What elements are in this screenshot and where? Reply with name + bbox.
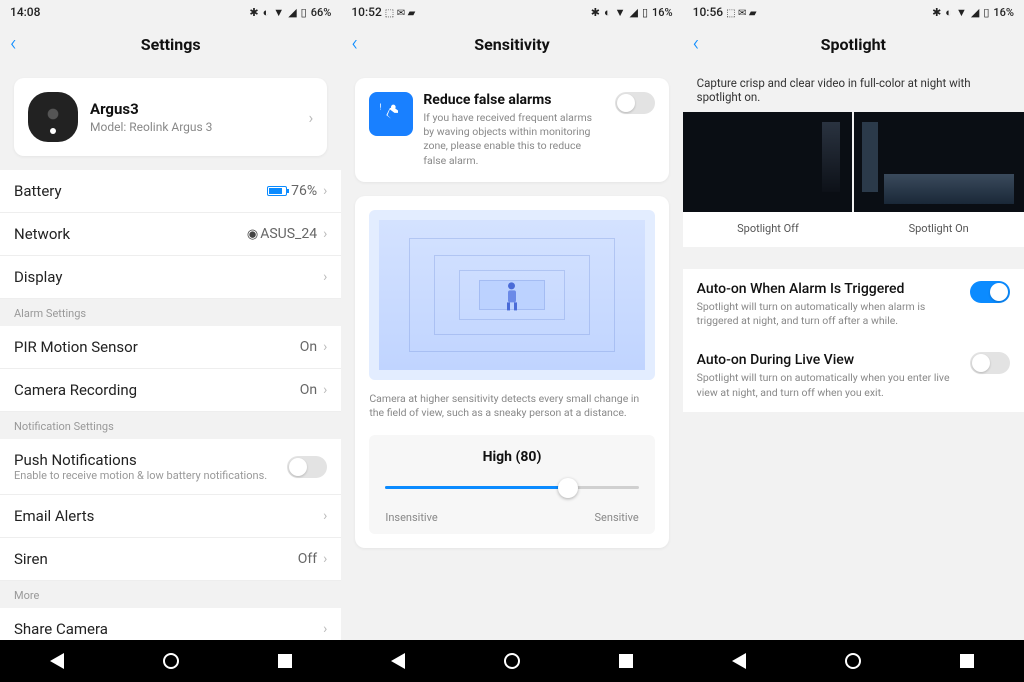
nav-home[interactable] <box>163 653 179 669</box>
label-on: Spotlight On <box>853 212 1024 247</box>
battery-icon <box>267 186 287 196</box>
row-network[interactable]: Network ◉ ASUS_24 › <box>0 213 341 256</box>
section-alarm: Alarm Settings <box>0 299 341 326</box>
page-title: Spotlight <box>821 35 886 54</box>
row-auto-alarm[interactable]: Auto-on When Alarm Is Triggered Spotligh… <box>683 269 1024 340</box>
slider-thumb[interactable] <box>558 478 578 498</box>
status-time: 10:52 <box>351 5 381 19</box>
slider-max-label: Sensitive <box>595 511 639 524</box>
nav-recent[interactable] <box>278 654 292 668</box>
android-navbar <box>341 640 682 682</box>
chevron-right-icon: › <box>323 226 327 242</box>
label-off: Spotlight Off <box>683 212 854 247</box>
screen-sensitivity: 10:52 ⬚ ✉ ▰ ✱◐▼◢▯ 16% ‹ Sensitivity ! Re… <box>341 0 682 682</box>
row-display[interactable]: Display › <box>0 256 341 299</box>
status-icons: ✱◐▼◢▯ 16% <box>591 6 673 19</box>
row-email[interactable]: Email Alerts › <box>0 495 341 538</box>
row-recording[interactable]: Camera Recording On › <box>0 369 341 412</box>
chevron-right-icon: › <box>323 508 327 524</box>
intro-text: Capture crisp and clear video in full-co… <box>683 64 1024 112</box>
sensitivity-card: Camera at higher sensitivity detects eve… <box>355 196 668 548</box>
chevron-right-icon: › <box>323 269 327 285</box>
auto-alarm-desc: Spotlight will turn on automatically whe… <box>697 300 960 328</box>
push-toggle[interactable] <box>287 456 327 478</box>
nav-home[interactable] <box>845 653 861 669</box>
auto-live-toggle[interactable] <box>970 352 1010 374</box>
section-more: More <box>0 581 341 608</box>
auto-alarm-title: Auto-on When Alarm Is Triggered <box>697 281 960 297</box>
svg-text:!: ! <box>380 101 382 111</box>
person-icon <box>505 282 519 310</box>
auto-live-desc: Spotlight will turn on automatically whe… <box>697 371 960 399</box>
device-model: Model: Reolink Argus 3 <box>90 120 297 134</box>
screen-spotlight: 10:56 ⬚ ✉ ▰ ✱◐▼◢▯ 16% ‹ Spotlight Captur… <box>683 0 1024 682</box>
reduce-desc: If you have received frequent alarms by … <box>423 111 593 168</box>
row-pir[interactable]: PIR Motion Sensor On › <box>0 326 341 369</box>
sensitivity-value: High (80) <box>385 449 638 465</box>
slider-min-label: Insensitive <box>385 511 437 524</box>
wifi-icon: ◉ <box>247 227 258 242</box>
illust-caption: Camera at higher sensitivity detects eve… <box>369 392 654 421</box>
android-navbar <box>683 640 1024 682</box>
camera-icon <box>28 92 78 142</box>
chevron-right-icon: › <box>323 621 327 637</box>
auto-alarm-toggle[interactable] <box>970 281 1010 303</box>
reduce-toggle[interactable] <box>615 92 655 114</box>
nav-recent[interactable] <box>619 654 633 668</box>
status-time: 10:56 <box>693 5 723 19</box>
compare-images <box>683 112 1024 212</box>
header: ‹ Sensitivity <box>341 24 682 64</box>
spotlight-on-image <box>854 112 1024 212</box>
screen-settings: 14:08 ✱◐▼◢▯ 66% ‹ Settings Argus3 Model:… <box>0 0 341 682</box>
nav-back[interactable] <box>50 653 64 669</box>
section-notifications: Notification Settings <box>0 412 341 439</box>
nav-back[interactable] <box>732 653 746 669</box>
status-bar: 14:08 ✱◐▼◢▯ 66% <box>0 0 341 24</box>
nav-back[interactable] <box>391 653 405 669</box>
status-icons: ✱◐▼◢▯ 16% <box>932 6 1014 19</box>
row-auto-live[interactable]: Auto-on During Live View Spotlight will … <box>683 340 1024 411</box>
reduce-false-alarms-card: ! Reduce false alarms If you have receiv… <box>355 78 668 182</box>
nav-recent[interactable] <box>960 654 974 668</box>
status-time: 14:08 <box>10 5 40 19</box>
chevron-right-icon: › <box>323 551 327 567</box>
row-siren[interactable]: Siren Off › <box>0 538 341 581</box>
chevron-right-icon: › <box>323 382 327 398</box>
auto-live-title: Auto-on During Live View <box>697 352 960 368</box>
status-icons: ✱◐▼◢▯ 66% <box>249 6 331 19</box>
nav-home[interactable] <box>504 653 520 669</box>
header: ‹ Spotlight <box>683 24 1024 64</box>
chevron-right-icon: › <box>309 108 314 127</box>
row-battery[interactable]: Battery 76% › <box>0 170 341 213</box>
page-title: Sensitivity <box>474 35 549 54</box>
reduce-title: Reduce false alarms <box>423 92 604 108</box>
back-button[interactable]: ‹ <box>10 32 17 57</box>
sensitivity-slider[interactable] <box>385 477 638 497</box>
status-bar: 10:52 ⬚ ✉ ▰ ✱◐▼◢▯ 16% <box>341 0 682 24</box>
running-person-icon: ! <box>369 92 413 136</box>
illustration <box>369 210 654 380</box>
back-button[interactable]: ‹ <box>693 32 700 57</box>
page-title: Settings <box>141 35 201 54</box>
row-push[interactable]: Push Notifications Enable to receive mot… <box>0 439 341 495</box>
spotlight-off-image <box>683 112 853 212</box>
device-name: Argus3 <box>90 100 297 118</box>
status-bar: 10:56 ⬚ ✉ ▰ ✱◐▼◢▯ 16% <box>683 0 1024 24</box>
chevron-right-icon: › <box>323 339 327 355</box>
android-navbar <box>0 640 341 682</box>
header: ‹ Settings <box>0 24 341 64</box>
compare-labels: Spotlight Off Spotlight On <box>683 212 1024 247</box>
device-card[interactable]: Argus3 Model: Reolink Argus 3 › <box>14 78 327 156</box>
back-button[interactable]: ‹ <box>351 32 358 57</box>
chevron-right-icon: › <box>323 183 327 199</box>
